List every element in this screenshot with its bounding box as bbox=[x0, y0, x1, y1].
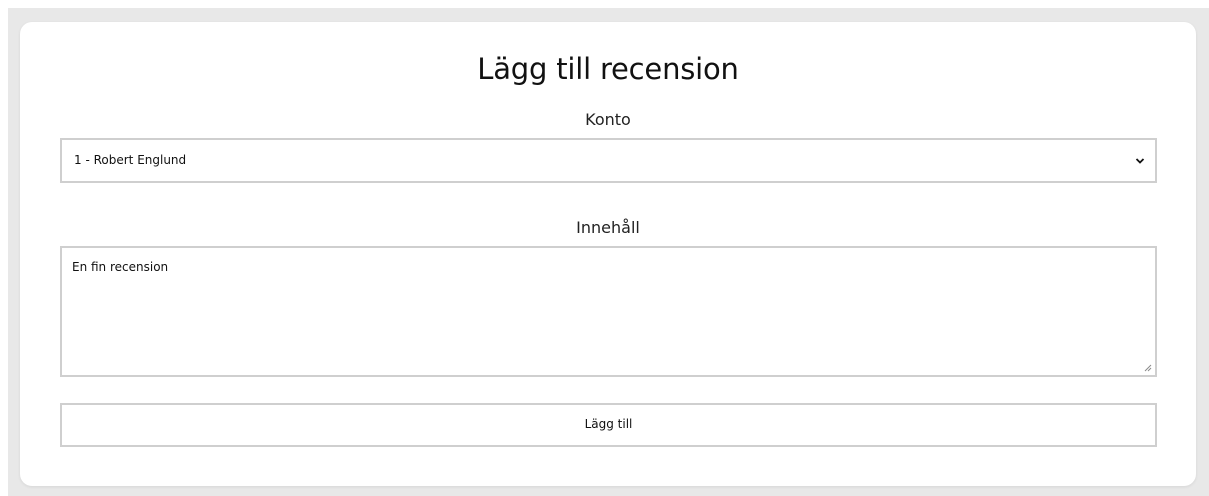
add-review-button-label: Lägg till bbox=[584, 417, 633, 431]
content-label: Innehåll bbox=[576, 218, 640, 237]
page-title: Lägg till recension bbox=[477, 52, 739, 86]
add-review-button[interactable]: Lägg till bbox=[60, 403, 1157, 447]
account-label: Konto bbox=[585, 110, 631, 129]
account-select-value: 1 - Robert Englund bbox=[74, 153, 187, 167]
account-select[interactable]: 1 - Robert Englund bbox=[60, 138, 1157, 183]
resize-handle-icon[interactable] bbox=[1144, 364, 1152, 372]
chevron-down-icon bbox=[1135, 158, 1145, 164]
review-form-card: Lägg till recension Konto 1 - Robert Eng… bbox=[20, 22, 1196, 486]
content-textarea-value: En fin recension bbox=[72, 260, 169, 274]
content-textarea[interactable]: En fin recension bbox=[60, 246, 1157, 377]
